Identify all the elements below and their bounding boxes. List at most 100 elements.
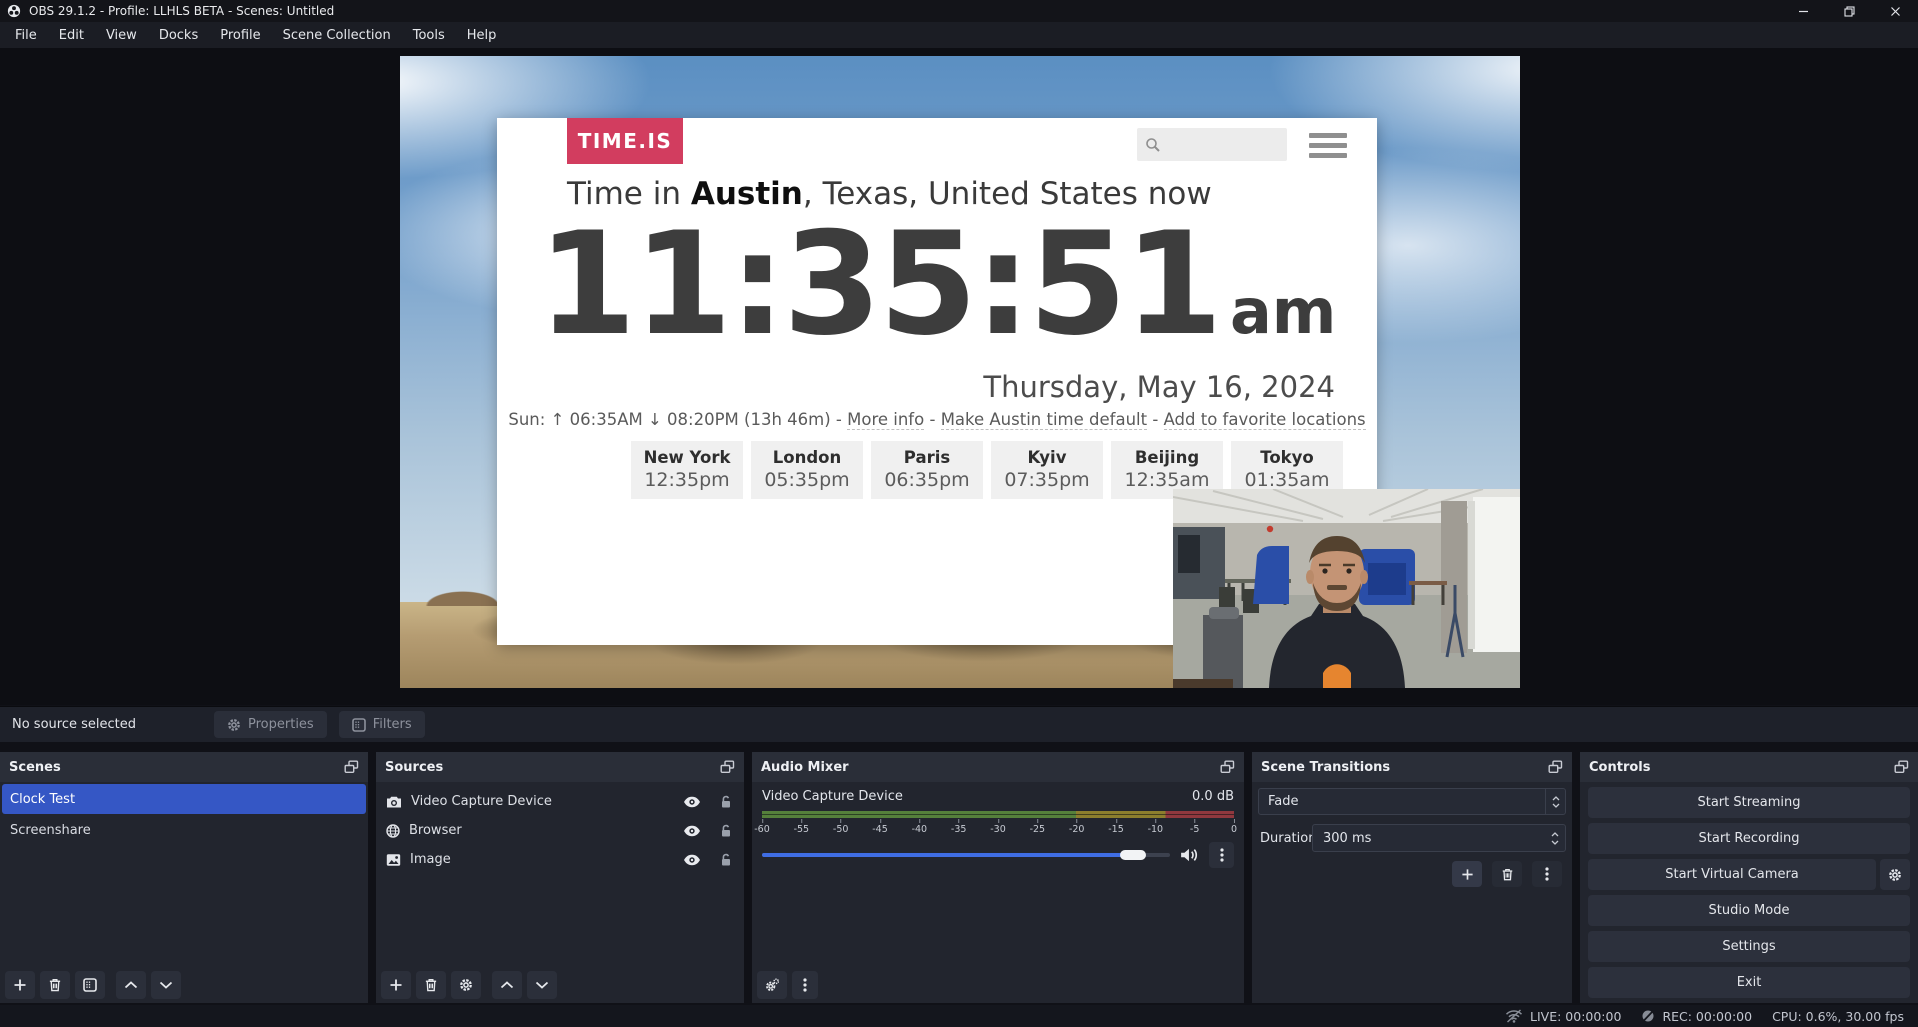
city-box: Paris06:35pm [871, 441, 983, 499]
transition-properties-button[interactable] [1532, 861, 1562, 887]
scene-transitions-body: Fade Duration 300 ms [1252, 782, 1572, 1003]
plus-icon [1461, 868, 1474, 881]
filter-icon [352, 718, 366, 732]
close-button[interactable] [1872, 0, 1918, 22]
timeis-logo: TIME.IS [567, 118, 683, 164]
add-source-button[interactable] [381, 971, 411, 999]
controls-body: Start Streaming Start Recording Start Vi… [1580, 782, 1918, 1003]
city-name: Paris [871, 448, 983, 467]
menu-bar: File Edit View Docks Profile Scene Colle… [0, 22, 1918, 48]
menu-edit[interactable]: Edit [48, 28, 95, 43]
scene-filters-button[interactable] [75, 971, 105, 999]
scenes-panel: Scenes Clock Test Screenshare [0, 752, 368, 1003]
menu-tools[interactable]: Tools [402, 28, 456, 43]
volume-slider[interactable] [762, 853, 1170, 857]
popout-icon[interactable] [1220, 760, 1235, 775]
controls-title: Controls [1589, 760, 1650, 775]
speaker-icon[interactable] [1180, 847, 1199, 863]
remove-source-button[interactable] [416, 971, 446, 999]
meter-tick: 0 [1231, 824, 1237, 835]
move-scene-up-button[interactable] [116, 971, 146, 999]
lock-icon[interactable] [720, 795, 732, 809]
city-box: Kyiv07:35pm [991, 441, 1103, 499]
program-preview[interactable]: TIME.IS Time in Austin, Texas, United St… [400, 56, 1520, 688]
volume-slider-handle[interactable] [1120, 850, 1146, 860]
properties-button[interactable]: Properties [214, 711, 327, 738]
move-source-down-button[interactable] [527, 971, 557, 999]
source-properties-button[interactable] [451, 971, 481, 999]
filters-label: Filters [373, 717, 412, 732]
menu-scene-collection[interactable]: Scene Collection [272, 28, 402, 43]
popout-icon[interactable] [344, 760, 359, 775]
visibility-eye-icon[interactable] [683, 825, 701, 837]
exit-button[interactable]: Exit [1588, 967, 1910, 998]
live-time: LIVE: 00:00:00 [1530, 1009, 1621, 1024]
timeis-clock: 11:35:51am [497, 214, 1377, 356]
source-item-browser[interactable]: Browser [376, 816, 744, 845]
menu-file[interactable]: File [4, 28, 48, 43]
remove-transition-button[interactable] [1492, 861, 1522, 887]
popout-icon[interactable] [720, 760, 735, 775]
lock-icon[interactable] [720, 824, 732, 838]
window-controls [1780, 0, 1918, 22]
preview-area: TIME.IS Time in Austin, Texas, United St… [0, 48, 1918, 705]
virtual-camera-settings-button[interactable] [1880, 859, 1910, 890]
chevron-down-icon [159, 978, 173, 992]
menu-help[interactable]: Help [456, 28, 508, 43]
window-title: OBS 29.1.2 - Profile: LLHLS BETA - Scene… [29, 4, 334, 18]
popout-icon[interactable] [1548, 760, 1563, 775]
studio-mode-button[interactable]: Studio Mode [1588, 895, 1910, 926]
controls-header: Controls [1580, 752, 1918, 782]
source-toolbar: No source selected Properties Filters [0, 706, 1918, 742]
city-name: London [751, 448, 863, 467]
transition-select-arrows[interactable] [1545, 789, 1565, 814]
start-virtual-camera-button[interactable]: Start Virtual Camera [1588, 859, 1876, 890]
menu-profile[interactable]: Profile [209, 28, 271, 43]
kebab-menu-icon [1220, 848, 1224, 862]
minimize-button[interactable] [1780, 0, 1826, 22]
advanced-audio-button[interactable] [757, 971, 787, 999]
move-scene-down-button[interactable] [151, 971, 181, 999]
mixer-options-button[interactable] [1209, 842, 1234, 868]
record-inactive-icon [1641, 1009, 1655, 1023]
transition-select[interactable]: Fade [1258, 788, 1566, 815]
gear-icon [1888, 868, 1902, 882]
mixer-menu-button[interactable] [792, 971, 818, 999]
scene-item-clock-test[interactable]: Clock Test [2, 784, 366, 814]
menu-view[interactable]: View [95, 28, 148, 43]
start-recording-button[interactable]: Start Recording [1588, 823, 1910, 854]
mixer-channel-name: Video Capture Device [762, 789, 903, 804]
add-favorite-link: Add to favorite locations [1164, 410, 1366, 430]
menu-docks[interactable]: Docks [148, 28, 209, 43]
add-transition-button[interactable] [1452, 861, 1482, 887]
source-item-video-capture[interactable]: Video Capture Device [376, 787, 744, 816]
remove-scene-button[interactable] [40, 971, 70, 999]
title-bar: OBS 29.1.2 - Profile: LLHLS BETA - Scene… [0, 0, 1918, 22]
live-status: LIVE: 00:00:00 [1505, 1009, 1621, 1024]
visibility-eye-icon[interactable] [683, 854, 701, 866]
city-time: 05:35pm [751, 469, 863, 491]
meter-scale: -60 -55 -50 -45 -40 -35 -30 -25 -20 -15 … [762, 820, 1234, 835]
move-source-up-button[interactable] [492, 971, 522, 999]
trash-icon [48, 978, 62, 992]
obs-logo-icon [7, 4, 21, 18]
meter-tick: -20 [1069, 824, 1085, 835]
start-streaming-button[interactable]: Start Streaming [1588, 787, 1910, 818]
chevron-down-icon [1552, 803, 1560, 808]
duration-spinbox[interactable]: 300 ms [1312, 824, 1566, 852]
source-status-label: No source selected [12, 717, 136, 732]
filters-button[interactable]: Filters [339, 711, 425, 738]
visibility-eye-icon[interactable] [683, 796, 701, 808]
scene-item-screenshare[interactable]: Screenshare [0, 814, 368, 846]
settings-button[interactable]: Settings [1588, 931, 1910, 962]
add-scene-button[interactable] [5, 971, 35, 999]
popout-icon[interactable] [1894, 760, 1909, 775]
city-name: New York [631, 448, 743, 467]
lock-icon[interactable] [720, 853, 732, 867]
cpu-fps-status: CPU: 0.6%, 30.00 fps [1772, 1009, 1904, 1024]
duration-spin-arrows[interactable] [1551, 832, 1565, 845]
restore-button[interactable] [1826, 0, 1872, 22]
source-item-image[interactable]: Image [376, 845, 744, 874]
more-info-link: More info [847, 410, 924, 430]
plus-icon [13, 978, 27, 992]
